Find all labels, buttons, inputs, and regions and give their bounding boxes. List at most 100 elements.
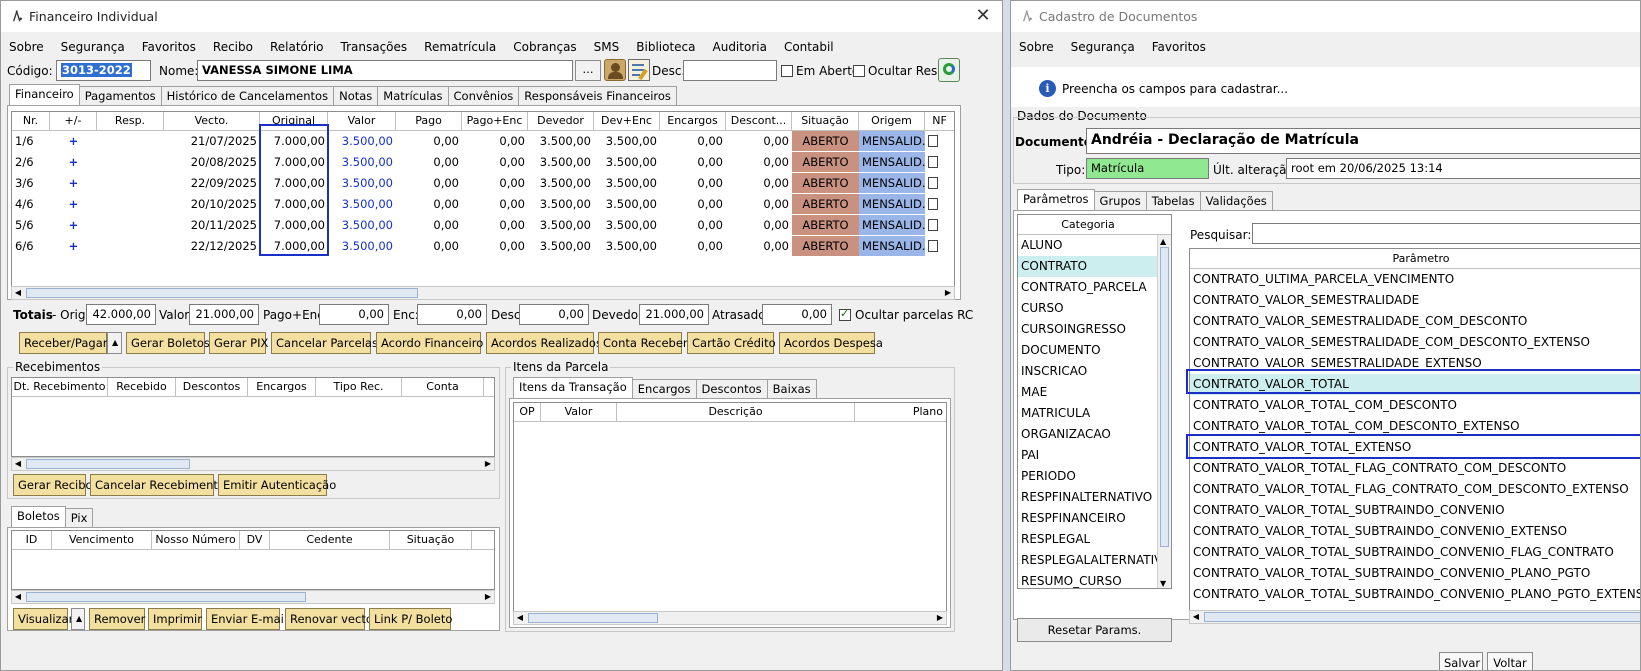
col-header-valor[interactable]: Valor bbox=[541, 403, 617, 421]
menu-seguranca[interactable]: Segurança bbox=[61, 40, 125, 54]
btn-remover[interactable]: Remover bbox=[89, 608, 145, 630]
categoria-item[interactable]: PAI bbox=[1018, 445, 1158, 466]
scroll-down-icon[interactable]: ▼ bbox=[1160, 579, 1166, 588]
col-header-vencimento[interactable]: Vencimento bbox=[52, 531, 152, 549]
scroll-thumb[interactable] bbox=[26, 592, 306, 602]
col-header-nr[interactable]: Nr. bbox=[12, 112, 50, 130]
table-row[interactable]: 2/6 +20/08/2025 7.000,00 3.500,00 0,00 0,00 3.… bbox=[12, 152, 954, 173]
col-header-encargos[interactable]: Encargos bbox=[660, 112, 726, 130]
btn-renovar-vecto[interactable]: Renovar vecto bbox=[285, 608, 373, 630]
dropdown-arrow-icon[interactable]: ▲ bbox=[71, 608, 85, 630]
col-header-resp[interactable]: Resp. bbox=[97, 112, 164, 130]
menu-auditoria[interactable]: Auditoria bbox=[713, 40, 767, 54]
col-header-nf[interactable]: NF bbox=[925, 112, 954, 130]
menu-favoritos[interactable]: Favoritos bbox=[142, 40, 196, 54]
totais-enc-field[interactable]: 0,00 bbox=[417, 304, 487, 325]
categoria-item[interactable]: RESPLEGALALTERNATIVO bbox=[1018, 550, 1171, 571]
action-acordos-despesa[interactable]: Acordos Despesa bbox=[779, 332, 883, 354]
codigo-input[interactable]: 3013-2022 bbox=[56, 60, 151, 81]
tab-validacoes[interactable]: Validações bbox=[1199, 191, 1273, 211]
parametro-item[interactable]: CONTRATO_VALOR_TOTAL_SUBTRAINDO_CONVENIO bbox=[1190, 500, 1640, 521]
categoria-item[interactable]: RESUMO_CURSO bbox=[1018, 571, 1158, 588]
nf-checkbox[interactable] bbox=[928, 198, 938, 210]
totais-orig-field[interactable]: 42.000,00 bbox=[86, 304, 156, 325]
tab-pagamentos[interactable]: Pagamentos bbox=[78, 86, 162, 106]
categoria-item[interactable]: INSCRICAO bbox=[1018, 361, 1158, 382]
ellipsis-button[interactable]: ... bbox=[575, 60, 601, 81]
col-header-origem[interactable]: Origem bbox=[859, 112, 925, 130]
categoria-item[interactable]: CONTRATO bbox=[1018, 256, 1158, 277]
salvar-button[interactable]: Salvar bbox=[1439, 652, 1483, 670]
nf-checkbox[interactable] bbox=[928, 240, 938, 252]
col-header-descont[interactable]: Descont... bbox=[726, 112, 792, 130]
btn-cancelar-recebimento[interactable]: Cancelar Recebimento bbox=[90, 474, 225, 496]
categoria-item[interactable]: CURSO bbox=[1018, 298, 1158, 319]
col-header-recebido[interactable]: Recebido bbox=[108, 378, 176, 396]
recebimentos-hscrollbar[interactable]: ◀ ▶ bbox=[11, 457, 495, 471]
scroll-right-icon[interactable]: ▶ bbox=[482, 591, 494, 603]
btn-enviar-e-mail[interactable]: Enviar E-mail bbox=[206, 608, 287, 630]
totais-desc-field[interactable]: 0,00 bbox=[519, 304, 589, 325]
cell-plus[interactable]: + bbox=[50, 194, 97, 215]
scroll-thumb[interactable] bbox=[26, 288, 418, 298]
col-header-plano[interactable]: Plano bbox=[855, 403, 946, 421]
col-header-tipo-rec[interactable]: Tipo Rec. bbox=[316, 378, 402, 396]
totais-pagoenc-field[interactable]: 0,00 bbox=[319, 304, 389, 325]
tab-matriculas[interactable]: Matrículas bbox=[377, 86, 449, 106]
scroll-left-icon[interactable]: ◀ bbox=[12, 591, 24, 603]
col-header-pago-enc[interactable]: Pago+Enc bbox=[462, 112, 528, 130]
scroll-thumb[interactable] bbox=[1204, 612, 1640, 622]
categoria-item[interactable]: PERIODO bbox=[1018, 466, 1158, 487]
btn-emitir-autenticacao[interactable]: Emitir Autenticação bbox=[218, 474, 336, 496]
categoria-item[interactable]: CONTRATO_PARCELA bbox=[1018, 277, 1158, 298]
person-lookup-icon[interactable] bbox=[604, 59, 626, 81]
col-header-cedente[interactable]: Cedente bbox=[270, 531, 390, 549]
parametro-item[interactable]: CONTRATO_VALOR_SEMESTRALIDADE_COM_DESCON… bbox=[1190, 311, 1640, 332]
action-cancelar-parcelas[interactable]: Cancelar Parcelas bbox=[271, 332, 378, 354]
menu-seguranca[interactable]: Segurança bbox=[1071, 40, 1135, 54]
col-header-nosso-numero[interactable]: Nosso Número bbox=[152, 531, 240, 549]
tab-boletos[interactable]: Boletos bbox=[11, 506, 66, 528]
col-header-dv[interactable]: DV bbox=[240, 531, 270, 549]
scroll-thumb[interactable] bbox=[528, 613, 658, 623]
tipo-field[interactable]: Matrícula bbox=[1086, 158, 1209, 179]
menu-sms[interactable]: SMS bbox=[594, 40, 620, 54]
categoria-item[interactable]: RESPFINANCEIRO bbox=[1018, 508, 1158, 529]
categoria-item[interactable]: ALUNO bbox=[1018, 235, 1158, 256]
tab-historico-de-cancelamentos[interactable]: Histórico de Cancelamentos bbox=[160, 86, 335, 106]
scroll-left-icon[interactable]: ◀ bbox=[514, 612, 526, 624]
parametro-item[interactable]: CONTRATO_VALOR_TOTAL_SUBTRAINDO_CONVENIO… bbox=[1190, 521, 1640, 542]
col-header-encargos[interactable]: Encargos bbox=[248, 378, 316, 396]
categoria-item[interactable]: DOCUMENTO bbox=[1018, 340, 1158, 361]
menu-contabil[interactable]: Contabil bbox=[784, 40, 834, 54]
col-header-situacao[interactable]: Situação bbox=[390, 531, 472, 549]
action-gerar-pix[interactable]: Gerar PIX bbox=[209, 332, 268, 354]
tab-responsaveis-financeiros[interactable]: Responsáveis Financeiros bbox=[518, 86, 677, 106]
btn-gerar-recibo[interactable]: Gerar Recibo bbox=[13, 474, 93, 496]
table-row[interactable]: 5/6 +20/11/2025 7.000,00 3.500,00 0,00 0,00 3.… bbox=[12, 215, 954, 236]
col-header-descontos[interactable]: Descontos bbox=[176, 378, 248, 396]
dropdown-arrow-icon[interactable]: ▲ bbox=[107, 332, 122, 354]
pesquisar-input[interactable] bbox=[1252, 223, 1640, 244]
close-icon[interactable]: ✕ bbox=[972, 5, 994, 27]
table-row[interactable]: 1/6 +21/07/2025 7.000,00 3.500,00 0,00 0,00 3.… bbox=[12, 131, 954, 152]
col-header-devedor[interactable]: Devedor bbox=[528, 112, 594, 130]
col-header-situacao[interactable]: Situação bbox=[792, 112, 859, 130]
col-header-[interactable]: +/- bbox=[50, 112, 97, 130]
parcelas-hscrollbar[interactable]: ◀ ▶ bbox=[11, 286, 955, 300]
action-cartao-credito[interactable]: Cartão Crédito bbox=[687, 332, 776, 354]
scroll-right-icon[interactable]: ▶ bbox=[942, 287, 954, 299]
categoria-item[interactable]: RESPLEGAL bbox=[1018, 529, 1158, 550]
table-row[interactable]: 3/6 +22/09/2025 7.000,00 3.500,00 0,00 0,00 3.… bbox=[12, 173, 954, 194]
voltar-button[interactable]: Voltar bbox=[1487, 652, 1533, 670]
col-header-dt-recebimento[interactable]: Dt. Recebimento bbox=[12, 378, 108, 396]
tab-encargos[interactable]: Encargos bbox=[631, 379, 697, 399]
col-header-dev-enc[interactable]: Dev+Enc bbox=[594, 112, 660, 130]
menu-biblioteca[interactable]: Biblioteca bbox=[636, 40, 695, 54]
em-aberto-checkbox[interactable] bbox=[781, 65, 793, 77]
menu-transacoes[interactable]: Transações bbox=[341, 40, 408, 54]
menu-sobre[interactable]: Sobre bbox=[9, 40, 44, 54]
categoria-item[interactable]: ORGANIZACAO bbox=[1018, 424, 1158, 445]
tab-itens-da-transacao[interactable]: Itens da Transação bbox=[513, 377, 633, 399]
parametro-item[interactable]: CONTRATO_VALOR_SEMESTRALIDADE bbox=[1190, 290, 1640, 311]
